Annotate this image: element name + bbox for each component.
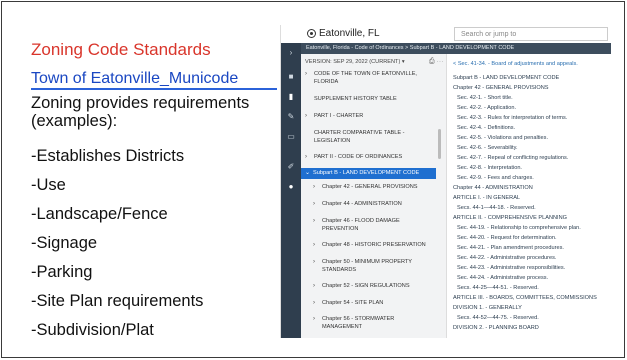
bullet-item: -Establishes Districts: [31, 147, 185, 165]
book-icon[interactable]: ▮: [287, 93, 295, 101]
edit-icon[interactable]: ✐: [287, 163, 295, 171]
toc-item-continued[interactable]: LEGISLATION: [314, 138, 350, 144]
content-line[interactable]: Sec. 44-19. - Relationship to comprehens…: [457, 225, 581, 231]
content-line[interactable]: Sec. 42-3. - Rules for interpretation of…: [457, 115, 567, 121]
search-input[interactable]: Search or jump to: [454, 27, 608, 41]
content-line[interactable]: Sec. 44-23. - Administrative responsibil…: [457, 265, 565, 271]
toc-item[interactable]: › CODE OF THE TOWN OF EATONVILLE,: [305, 71, 417, 77]
content-line[interactable]: Sec. 42-1. - Short title.: [457, 95, 513, 101]
link-underline: [31, 88, 277, 90]
chevron-right-icon: ›: [313, 300, 315, 306]
chevron-right-icon: ›: [313, 218, 315, 224]
expand-icon[interactable]: ›: [287, 49, 295, 57]
toc-item-continued[interactable]: PREVENTION: [322, 226, 358, 232]
content-line[interactable]: Chapter 44 - ADMINISTRATION: [453, 185, 533, 191]
toc-item[interactable]: › Chapter 46 - FLOOD DAMAGE: [313, 218, 400, 224]
content-line[interactable]: Sec. 42-9. - Fees and charges.: [457, 175, 534, 181]
chevron-right-icon: ›: [313, 316, 315, 322]
toc-item[interactable]: › Chapter 50 - MINIMUM PROPERTY: [313, 259, 412, 265]
content-line[interactable]: Subpart B - LAND DEVELOPMENT CODE: [453, 75, 559, 81]
toc-item-continued[interactable]: MANAGEMENT: [322, 324, 362, 330]
content-line[interactable]: Secs. 44-25—44-51. - Reserved.: [457, 285, 539, 291]
municode-logo-icon: [307, 29, 316, 38]
content-line[interactable]: DIVISION 2. - PLANNING BOARD: [453, 325, 539, 331]
content-line[interactable]: Secs. 44-1—44-18. - Reserved.: [457, 205, 536, 211]
content-line[interactable]: ARTICLE I. - IN GENERAL: [453, 195, 520, 201]
tools-icon[interactable]: ✎: [287, 113, 295, 121]
content-line[interactable]: Sec. 42-5. - Violations and penalties.: [457, 135, 548, 141]
toc-item-selected[interactable]: ⌄ Subpart B - LAND DEVELOPMENT CODE: [301, 168, 436, 179]
toc-item[interactable]: SUPPLEMENT HISTORY TABLE: [314, 96, 397, 102]
content-line[interactable]: Sec. 44-24. - Administrative process.: [457, 275, 548, 281]
content-line[interactable]: ARTICLE II. - COMPREHENSIVE PLANNING: [453, 215, 567, 221]
content-line[interactable]: Sec. 42-6. - Severability.: [457, 145, 518, 151]
toc-item[interactable]: › PART I - CHARTER: [305, 113, 363, 119]
content-line[interactable]: ARTICLE III. - BOARDS, COMMITTEES, COMMI…: [453, 295, 597, 301]
content-line[interactable]: Sec. 42-8. - Interpretation.: [457, 165, 522, 171]
municode-link[interactable]: Town of Eatonville_Municode: [31, 70, 238, 88]
toc-item-continued[interactable]: STANDARDS: [322, 267, 356, 273]
toc-item[interactable]: CHARTER COMPARATIVE TABLE -: [314, 130, 405, 136]
toc-item[interactable]: › Chapter 44 - ADMINISTRATION: [313, 201, 402, 207]
bullet-item: -Use: [31, 176, 66, 194]
table-of-contents: VERSION: SEP 29, 2022 (CURRENT) ▾ ⎙ ⋯ › C…: [301, 54, 447, 338]
toc-item[interactable]: › Chapter 52 - SIGN REGULATIONS: [313, 283, 410, 289]
chevron-right-icon: ›: [313, 184, 315, 190]
content-line[interactable]: Secs. 44-52—44-75. - Reserved.: [457, 315, 539, 321]
left-rail: › ■ ▮ ✎ ▭ ✐ ●: [281, 43, 301, 338]
chevron-right-icon: ›: [305, 71, 307, 77]
toc-item-continued[interactable]: FLORIDA: [314, 79, 338, 85]
print-icon[interactable]: ⎙ ⋯: [429, 58, 444, 66]
slide-body-text: Zoning provides requirements (examples):: [31, 94, 250, 130]
breadcrumb[interactable]: Eatonville, Florida - Code of Ordinances…: [301, 43, 611, 54]
toc-item[interactable]: › PART II - CODE OF ORDINANCES: [305, 154, 402, 160]
toc-item[interactable]: › Chapter 56 - STORMWATER: [313, 316, 394, 322]
scrollbar[interactable]: [438, 129, 441, 159]
previous-section-link[interactable]: < Sec. 41-34. - Board of adjustments and…: [453, 61, 578, 67]
content-line[interactable]: Sec. 44-20. - Request for determination.: [457, 235, 557, 241]
bullet-item: -Parking: [31, 263, 93, 281]
content-line[interactable]: Sec. 44-22. - Administrative procedures.: [457, 255, 557, 261]
site-header: Eatonville, FL Search or jump to: [281, 25, 611, 44]
content-line[interactable]: Sec. 44-21. - Plan amendment procedures.: [457, 245, 564, 251]
document-icon[interactable]: ▭: [287, 133, 295, 141]
chevron-right-icon: ›: [305, 113, 307, 119]
bullet-item: -Subdivision/Plat: [31, 321, 154, 339]
site-title[interactable]: Eatonville, FL: [319, 28, 380, 39]
slide-title: Zoning Code Standards: [31, 40, 211, 59]
content-line[interactable]: Sec. 42-2. - Application.: [457, 105, 516, 111]
bullet-item: -Landscape/Fence: [31, 205, 168, 223]
content-pane: < Sec. 41-34. - Board of adjustments and…: [447, 54, 611, 338]
bullet-item: -Signage: [31, 234, 98, 252]
toc-item[interactable]: › Chapter 42 - GENERAL PROVISIONS: [313, 184, 418, 190]
content-line[interactable]: Chapter 42 - GENERAL PROVISIONS: [453, 85, 549, 91]
chevron-right-icon: ›: [313, 242, 315, 248]
chevron-right-icon: ›: [313, 259, 315, 265]
circle-icon[interactable]: ●: [287, 183, 295, 191]
chevron-right-icon: ›: [305, 154, 307, 160]
chevron-down-icon: ⌄: [305, 170, 311, 176]
bullet-item: -Site Plan requirements: [31, 292, 204, 310]
chevron-right-icon: ›: [313, 283, 315, 289]
content-line[interactable]: DIVISION 1. - GENERALLY: [453, 305, 522, 311]
home-icon[interactable]: ■: [287, 73, 295, 81]
content-line[interactable]: Sec. 42-4. - Definitions.: [457, 125, 515, 131]
toc-item[interactable]: › Chapter 54 - SITE PLAN: [313, 300, 383, 306]
version-select[interactable]: VERSION: SEP 29, 2022 (CURRENT) ▾: [305, 59, 405, 65]
content-line[interactable]: Sec. 42-7. - Repeal of conflicting regul…: [457, 155, 568, 161]
chevron-right-icon: ›: [313, 201, 315, 207]
bullet-list: -Establishes Districts -Use -Landscape/F…: [31, 146, 203, 349]
toc-item[interactable]: › Chapter 48 - HISTORIC PRESERVATION: [313, 242, 426, 248]
municode-screenshot: Eatonville, FL Search or jump to › ■ ▮ ✎…: [280, 25, 611, 338]
